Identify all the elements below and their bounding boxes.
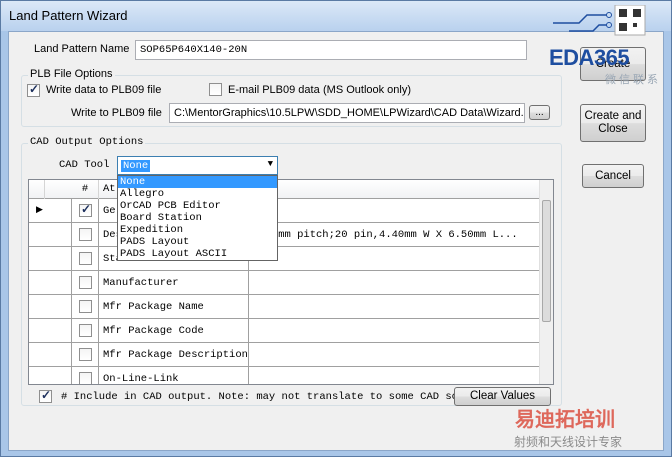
attribute-cell[interactable]: Mfr Package Description	[99, 343, 249, 367]
grid-header-value[interactable]: e	[249, 180, 541, 199]
cad-tool-combobox[interactable]: None ▼	[117, 156, 278, 175]
cad-tool-option[interactable]: Board Station	[118, 212, 277, 224]
circuit-logo-icon	[553, 5, 646, 36]
write-plb09-label: Write data to PLB09 file	[46, 84, 162, 96]
include-row-checkbox[interactable]	[79, 202, 92, 217]
eda365-watermark: EDA365 微信联系	[549, 5, 672, 86]
value-cell[interactable]	[249, 367, 541, 384]
table-row[interactable]: Des 0.65mm pitch;20 pin,4.40mm W X 6.50mm…	[29, 223, 541, 247]
cad-tool-option[interactable]: Expedition	[118, 224, 277, 236]
cad-tool-option[interactable]: OrCAD PCB Editor	[118, 200, 277, 212]
include-row-checkbox[interactable]	[79, 252, 92, 265]
include-cell[interactable]	[72, 319, 99, 343]
include-row-checkbox[interactable]	[79, 300, 92, 313]
land-pattern-name-label: Land Pattern Name	[34, 43, 130, 55]
row-header-cell[interactable]	[29, 223, 72, 247]
write-to-plb09-label: Write to PLB09 file	[71, 107, 162, 119]
current-row-marker-icon: ▶	[36, 204, 43, 214]
grid-header-row: # At e	[29, 180, 541, 199]
include-in-cad-note: # Include in CAD output. Note: may not t…	[61, 391, 465, 403]
browse-button[interactable]: ...	[529, 105, 550, 120]
attribute-cell[interactable]: Manufacturer	[99, 271, 249, 295]
scrollbar-thumb[interactable]	[542, 200, 551, 322]
attribute-cell[interactable]: Mfr Package Code	[99, 319, 249, 343]
cad-tool-dropdown-list[interactable]: None Allegro OrCAD PCB Editor Board Station…	[117, 175, 278, 261]
value-cell[interactable]	[249, 295, 541, 319]
table-row[interactable]: Mfr Package Description	[29, 343, 541, 367]
table-row[interactable]: On-Line-Link	[29, 367, 541, 384]
include-cell[interactable]	[72, 199, 99, 223]
grid-corner-header	[29, 180, 45, 199]
include-cell[interactable]	[72, 223, 99, 247]
grid-vertical-scrollbar[interactable]	[539, 180, 553, 384]
row-header-cell[interactable]	[29, 343, 72, 367]
grid-header-include[interactable]: #	[72, 180, 99, 199]
table-row[interactable]: Manufacturer	[29, 271, 541, 295]
value-cell[interactable]	[249, 319, 541, 343]
create-and-close-button[interactable]: Create and Close	[580, 104, 646, 142]
include-cell[interactable]	[72, 295, 99, 319]
land-pattern-name-input[interactable]: SOP65P640X140-20N	[135, 40, 527, 60]
row-header-cell[interactable]	[29, 319, 72, 343]
include-row-checkbox[interactable]	[79, 228, 92, 241]
table-row[interactable]: Mfr Package Code	[29, 319, 541, 343]
cancel-button[interactable]: Cancel	[582, 164, 644, 188]
include-row-checkbox[interactable]	[79, 276, 92, 289]
chevron-down-icon[interactable]: ▼	[268, 159, 273, 169]
value-cell[interactable]	[249, 247, 541, 271]
attributes-grid[interactable]: # At e GemmDes0.65mm pitch;20 pin,4.40mm…	[28, 179, 554, 385]
plb-group-title: PLB File Options	[28, 68, 115, 80]
value-cell[interactable]: 0.65mm pitch;20 pin,4.40mm W X 6.50mm L.…	[249, 223, 541, 247]
cad-tool-option[interactable]: PADS Layout ASCII	[118, 248, 277, 260]
cad-tool-option[interactable]: None	[118, 176, 277, 188]
write-plb09-checkbox[interactable]	[27, 82, 40, 97]
include-cell[interactable]	[72, 247, 99, 271]
cad-tool-label: CAD Tool	[59, 159, 110, 171]
include-row-checkbox[interactable]	[79, 348, 92, 361]
watermark-sub: 微信联系	[605, 74, 661, 86]
include-cell[interactable]	[72, 343, 99, 367]
watermark-cn-title: 易迪拓培训	[515, 409, 615, 431]
email-plb09-label: E-mail PLB09 data	[228, 84, 320, 96]
cad-tool-selected-value: None	[121, 160, 151, 172]
window-title: Land Pattern Wizard	[9, 8, 128, 23]
land-pattern-wizard-window: Land Pattern Wizard Land Pattern Name SO…	[0, 0, 672, 457]
table-row[interactable]: Gemm	[29, 199, 541, 223]
attribute-cell[interactable]: Mfr Package Name	[99, 295, 249, 319]
include-row-checkbox[interactable]	[79, 372, 92, 384]
attribute-cell[interactable]: On-Line-Link	[99, 367, 249, 384]
include-cell[interactable]	[72, 367, 99, 384]
row-header-cell[interactable]	[29, 271, 72, 295]
include-cell[interactable]	[72, 271, 99, 295]
plb09-path-input[interactable]: C:\MentorGraphics\10.5LPW\SDD_HOME\LPWiz…	[169, 103, 525, 123]
value-cell[interactable]	[249, 343, 541, 367]
row-header-cell[interactable]	[29, 247, 72, 271]
include-row-checkbox[interactable]	[79, 324, 92, 337]
watermark-brand: EDA365	[549, 45, 630, 70]
table-row[interactable]: Standard Name	[29, 247, 541, 271]
watermark-cn-sub: 射频和天线设计专家	[514, 435, 623, 449]
include-in-cad-checkbox[interactable]	[39, 388, 52, 403]
cad-group-title: CAD Output Options	[28, 136, 146, 148]
email-plb09-note: (MS Outlook only)	[323, 84, 412, 96]
value-cell[interactable]: mm	[249, 199, 541, 223]
cad-tool-option[interactable]: Allegro	[118, 188, 277, 200]
email-plb09-checkbox[interactable]	[209, 83, 222, 96]
value-cell[interactable]	[249, 271, 541, 295]
cad-tool-option[interactable]: PADS Layout	[118, 236, 277, 248]
table-row[interactable]: Mfr Package Name	[29, 295, 541, 319]
row-header-cell[interactable]	[29, 295, 72, 319]
row-header-cell[interactable]	[29, 367, 72, 384]
